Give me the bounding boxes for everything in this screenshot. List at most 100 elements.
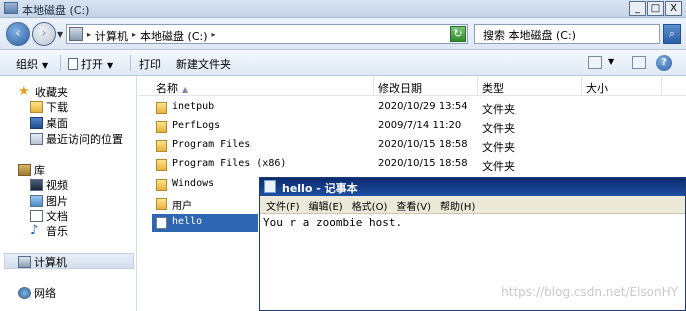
table-row-selected[interactable]: hello [152,214,258,232]
close-button[interactable]: X [665,1,682,16]
toolbar-divider [130,55,131,71]
new-folder-button[interactable]: 新建文件夹 [176,56,231,72]
sidebar-item-recent[interactable]: 最近访问的位置 [30,131,123,147]
header-divider [138,95,686,96]
column-header-modified[interactable]: 修改日期 [374,78,478,95]
maximize-button[interactable]: □ [647,1,664,16]
column-header-size[interactable]: 大小 [582,78,662,95]
command-bar: 组织 ▼ 打开 ▼ 打印 新建文件夹 ▼ ? [0,50,686,76]
navigation-pane: ★ 收藏夹 下载 桌面 最近访问的位置 库 视频 图片 文档 ♪ 音乐 计算机 … [0,76,137,311]
view-dropdown-icon[interactable]: ▼ [608,57,614,66]
forward-button[interactable]: › [32,22,56,46]
recent-places-icon [30,133,43,145]
sidebar-item-computer[interactable]: 计算机 [18,254,67,270]
open-label: 打开 [81,58,103,71]
sidebar-item-label: 音乐 [46,225,68,238]
address-row: ‹ › ▼ ▸ 计算机 ▸ 本地磁盘 (C:) ▸ ▼ ↻ 搜索 本地磁盘 (C… [0,18,686,50]
minimize-button[interactable]: _ [629,1,646,16]
network-icon [18,287,31,299]
star-icon: ★ [18,84,30,99]
folder-icon [156,140,167,152]
chevron-right-icon[interactable]: ▸ [132,28,136,44]
help-icon[interactable]: ? [656,55,672,71]
table-row[interactable]: inetpub 2020/10/29 13:54 文件夹 [152,99,676,117]
table-row[interactable]: Program Files 2020/10/15 18:58 文件夹 [152,137,676,155]
file-type: 文件夹 [482,141,515,154]
sidebar-item-videos[interactable]: 视频 [30,177,68,193]
address-bar[interactable]: ▸ 计算机 ▸ 本地磁盘 (C:) ▸ ▼ [66,24,468,44]
column-header-name[interactable]: 名称 ▲ [152,78,374,95]
sort-ascending-icon: ▲ [182,85,189,94]
column-header-label: 名称 [156,82,178,95]
search-input[interactable]: 搜索 本地磁盘 (C:) [474,24,660,44]
organize-button[interactable]: 组织 ▼ [16,56,48,72]
sidebar-item-label: 收藏夹 [35,86,68,99]
computer-icon [18,256,31,268]
print-button[interactable]: 打印 [139,56,161,72]
sidebar-item-favorites[interactable]: ★ 收藏夹 [18,84,68,100]
back-button[interactable]: ‹ [6,22,30,46]
table-row[interactable]: PerfLogs 2009/7/14 11:20 文件夹 [152,118,676,136]
recent-pages-dropdown-icon[interactable]: ▼ [57,30,63,39]
chevron-down-icon: ▼ [107,61,114,70]
watermark-text: https://blog.csdn.net/ElsonHY [501,285,678,299]
menu-view[interactable]: 查看(V) [396,198,431,213]
preview-pane-icon[interactable] [632,56,646,69]
file-date: 2009/7/14 11:20 [378,120,462,131]
window-controls: _ □ X [629,1,682,16]
document-icon [68,58,78,70]
sidebar-item-pictures[interactable]: 图片 [30,193,68,209]
menu-file[interactable]: 文件(F) [266,198,300,213]
file-date: 2020/10/15 18:58 [378,139,468,150]
file-name: Program Files (x86) [172,158,287,169]
sidebar-item-label: 最近访问的位置 [46,133,123,146]
sidebar-item-libraries[interactable]: 库 [18,162,45,178]
menu-help[interactable]: 帮助(H) [440,198,475,213]
sidebar-item-label: 视频 [46,179,68,192]
open-button[interactable]: 打开 ▼ [68,56,113,72]
sidebar-item-downloads[interactable]: 下载 [30,99,68,115]
folder-icon [156,198,167,210]
file-name: 用户 [172,201,192,212]
folder-icon [156,159,167,171]
notepad-title: hello - 记事本 [282,182,358,195]
sidebar-item-network[interactable]: 网络 [18,285,56,301]
notepad-icon [264,180,276,193]
file-name: inetpub [172,101,215,112]
view-options-icon[interactable] [588,56,602,69]
file-name: Program Files [172,139,251,150]
breadcrumb-local-disk[interactable]: 本地磁盘 (C:) [140,28,207,44]
sidebar-item-label: 桌面 [46,117,68,130]
column-header-type[interactable]: 类型 [478,78,582,95]
sidebar-item-label: 库 [34,164,45,177]
file-name: hello [172,216,203,227]
chevron-down-icon: ▼ [42,61,49,70]
sidebar-item-documents[interactable]: 文档 [30,208,68,224]
file-name: PerfLogs [172,120,221,131]
file-date: 2020/10/29 13:54 [378,101,468,112]
libraries-icon [18,164,31,176]
sidebar-item-label: 文档 [46,210,68,223]
chevron-right-icon[interactable]: ▸ [212,28,216,44]
search-icon[interactable]: ⌕ [663,24,681,44]
sidebar-item-music[interactable]: ♪ 音乐 [30,223,68,239]
toolbar-divider [60,55,61,71]
window-title-bar[interactable]: 本地磁盘 (C:) _ □ X [0,0,686,18]
menu-edit[interactable]: 编辑(E) [309,198,343,213]
menu-format[interactable]: 格式(O) [352,198,388,213]
chevron-right-icon[interactable]: ▸ [87,28,91,44]
desktop-icon [30,117,43,129]
notepad-menu-bar: 文件(F) 编辑(E) 格式(O) 查看(V) 帮助(H) [260,196,685,214]
file-type: 文件夹 [482,160,515,173]
window-title: 本地磁盘 (C:) [22,4,90,17]
refresh-icon[interactable]: ↻ [450,26,466,42]
table-row[interactable]: Program Files (x86) 2020/10/15 18:58 文件夹 [152,156,676,174]
sidebar-item-desktop[interactable]: 桌面 [30,115,68,131]
sidebar-item-label: 图片 [46,195,68,208]
computer-icon [69,27,83,41]
breadcrumb: ▸ 计算机 ▸ 本地磁盘 (C:) ▸ [87,28,216,44]
breadcrumb-computer[interactable]: 计算机 [95,28,128,44]
notepad-title-bar[interactable]: hello - 记事本 [260,178,685,196]
notepad-text-area[interactable]: You r a zoombie host. [263,216,402,229]
pictures-icon [30,195,43,207]
